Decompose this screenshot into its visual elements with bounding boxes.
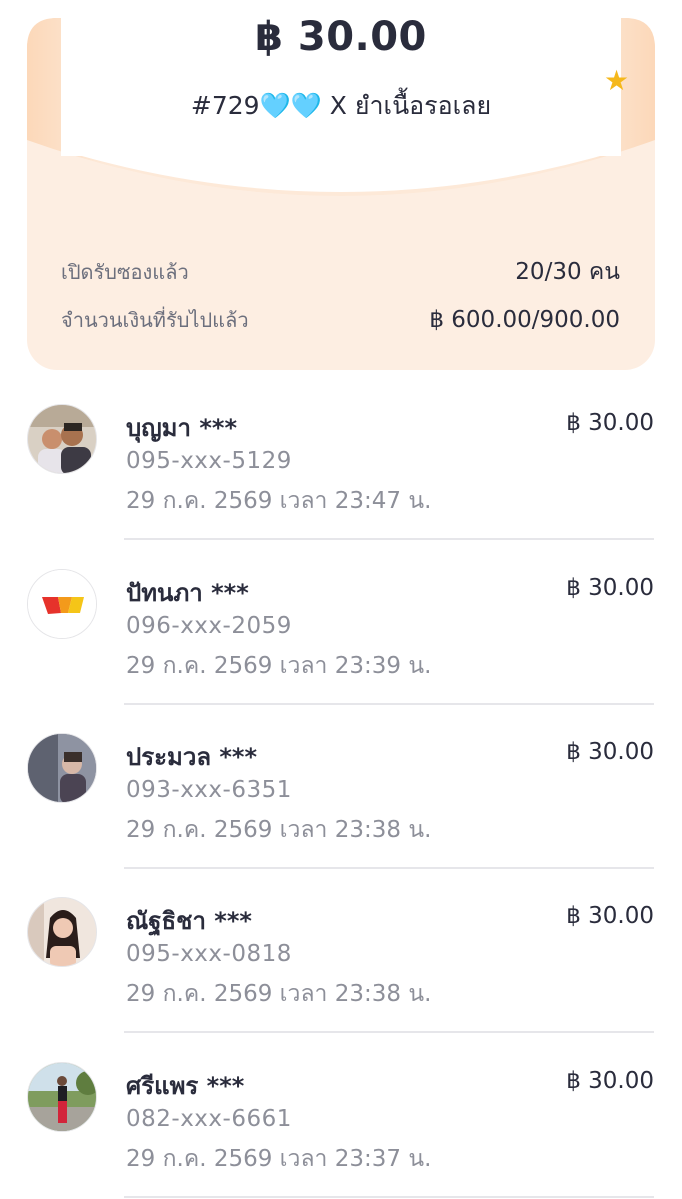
avatar <box>27 733 97 803</box>
envelope-title: #729🩵🩵 X ยำเนื้อรอเลย <box>61 86 621 126</box>
avatar <box>27 897 97 967</box>
avatar <box>27 1062 97 1132</box>
recipient-name: บุญมา *** <box>126 414 237 442</box>
recipient-phone: 082-xxx-6661 <box>126 1106 292 1132</box>
wallet-logo-icon <box>28 570 96 638</box>
list-item[interactable]: ปัทนภา *** ฿ 30.00 096-xxx-2059 29 ก.ค. … <box>0 569 682 734</box>
recipient-phone: 093-xxx-6351 <box>126 777 292 803</box>
divider <box>124 867 654 869</box>
recipient-phone: 096-xxx-2059 <box>126 613 292 639</box>
recipient-amount: ฿ 30.00 <box>566 1068 654 1094</box>
avatar <box>27 404 97 474</box>
received-stat-row: จำนวนเงินที่รับไปแล้ว ฿ 600.00/900.00 <box>61 304 620 336</box>
person-photo-icon <box>28 734 96 802</box>
recipient-time: 29 ก.ค. 2569 เวลา 23:47 น. <box>126 488 432 514</box>
recipient-amount: ฿ 30.00 <box>566 410 654 436</box>
recipient-name: ประมวล *** <box>126 743 258 771</box>
opened-label: เปิดรับซองแล้ว <box>61 260 189 284</box>
envelope-title-code: #729 <box>190 91 260 120</box>
recipient-name: ปัทนภา *** <box>126 579 249 607</box>
recipient-phone: 095-xxx-5129 <box>126 448 292 474</box>
amount-header: ฿ 30.00 #729🩵🩵 X ยำเนื้อรอเลย <box>61 0 621 160</box>
divider <box>124 1031 654 1033</box>
recipient-time: 29 ก.ค. 2569 เวลา 23:38 น. <box>126 981 432 1007</box>
star-icon: ★ <box>604 64 630 97</box>
outdoor-photo-icon <box>28 1063 96 1131</box>
heart-emojis: 🩵🩵 <box>259 91 322 120</box>
recipient-amount: ฿ 30.00 <box>566 739 654 765</box>
recipient-phone: 095-xxx-0818 <box>126 941 292 967</box>
avatar <box>27 569 97 639</box>
opened-stat-row: เปิดรับซองแล้ว 20/30 คน <box>61 254 620 290</box>
list-item[interactable]: บุญมา *** ฿ 30.00 095-xxx-5129 29 ก.ค. 2… <box>0 404 682 569</box>
divider <box>124 1196 654 1198</box>
divider <box>124 703 654 705</box>
recipient-amount: ฿ 30.00 <box>566 575 654 601</box>
recipient-time: 29 ก.ค. 2569 เวลา 23:37 น. <box>126 1146 432 1172</box>
page: ฿ 30.00 #729🩵🩵 X ยำเนื้อรอเลย ★ เปิดรับซ… <box>0 0 682 1199</box>
list-item[interactable]: ณัฐธิชา *** ฿ 30.00 095-xxx-0818 29 ก.ค.… <box>0 897 682 1062</box>
received-label: จำนวนเงินที่รับไปแล้ว <box>61 308 249 332</box>
recipient-name: ณัฐธิชา *** <box>126 907 252 935</box>
recipient-amount: ฿ 30.00 <box>566 903 654 929</box>
list-item[interactable]: ประมวล *** ฿ 30.00 093-xxx-6351 29 ก.ค. … <box>0 733 682 898</box>
recipient-time: 29 ก.ค. 2569 เวลา 23:38 น. <box>126 817 432 843</box>
envelope-title-text: X ยำเนื้อรอเลย <box>321 91 492 120</box>
couple-photo-icon <box>28 405 96 473</box>
divider <box>124 538 654 540</box>
envelope-amount: ฿ 30.00 <box>255 14 427 60</box>
list-item[interactable]: ศรีแพร *** ฿ 30.00 082-xxx-6661 29 ก.ค. … <box>0 1062 682 1199</box>
woman-photo-icon <box>28 898 96 966</box>
received-value: ฿ 600.00/900.00 <box>429 307 620 333</box>
opened-value: 20/30 คน <box>515 259 620 285</box>
recipient-name: ศรีแพร *** <box>126 1072 245 1100</box>
recipient-time: 29 ก.ค. 2569 เวลา 23:39 น. <box>126 653 432 679</box>
